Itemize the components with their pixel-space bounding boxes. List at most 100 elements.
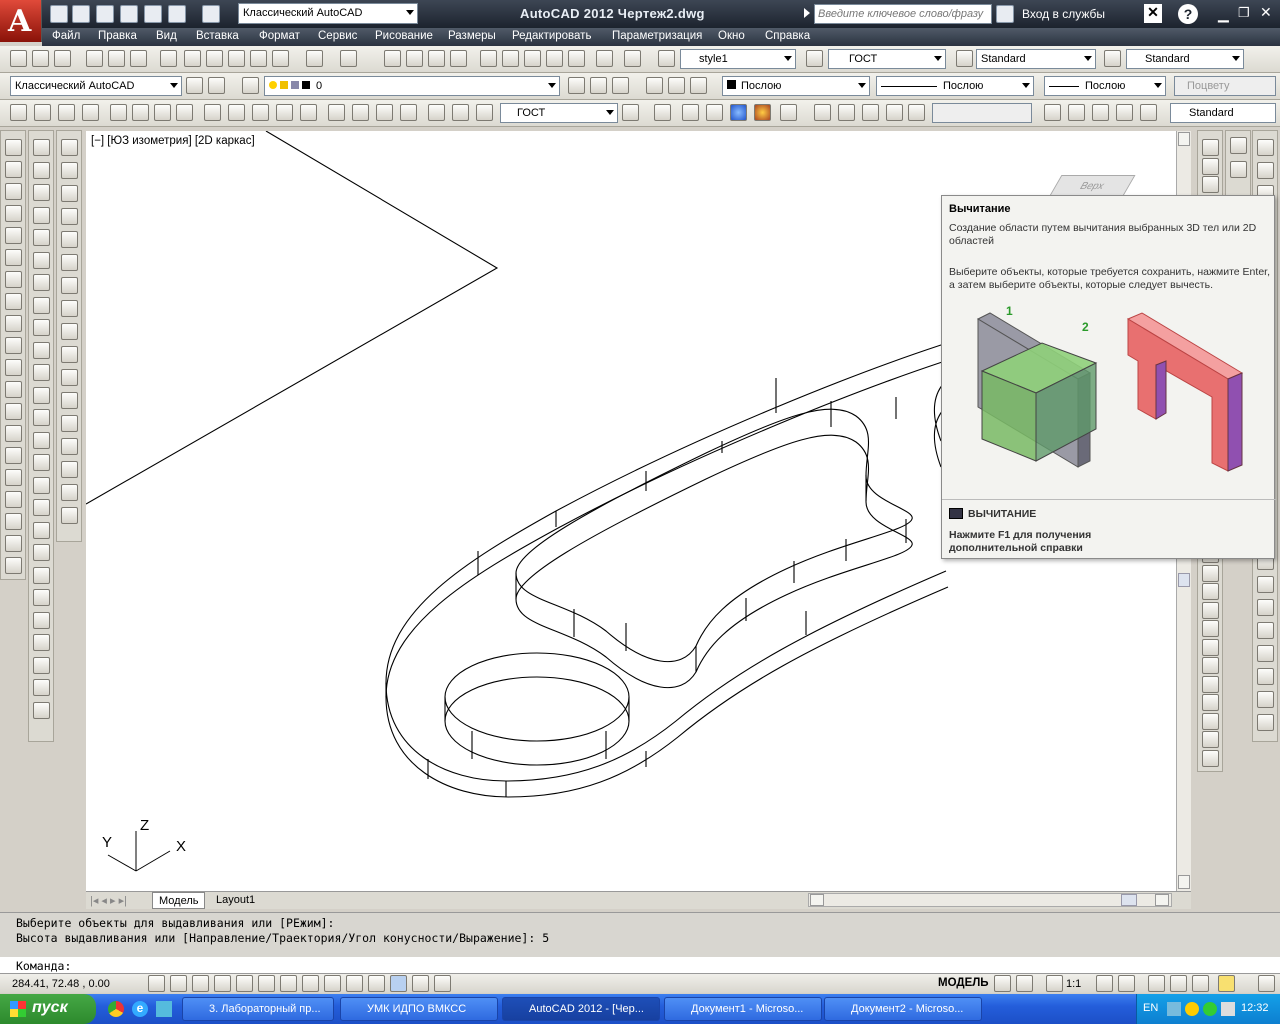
make-current-icon[interactable] bbox=[568, 77, 585, 94]
add-leader-icon[interactable] bbox=[1068, 104, 1085, 121]
aligned-dim-icon[interactable] bbox=[34, 104, 51, 121]
dimension-style-icon[interactable] bbox=[622, 104, 639, 121]
clean-icon[interactable] bbox=[1202, 712, 1219, 730]
annotation-visibility-icon[interactable] bbox=[1096, 975, 1113, 992]
annotation-scale-value[interactable]: 1:1 bbox=[1066, 978, 1081, 990]
visual-style-manager-icon[interactable] bbox=[780, 104, 797, 121]
conceptual-icon[interactable] bbox=[754, 104, 771, 121]
shell-icon[interactable] bbox=[1202, 675, 1219, 693]
dynamic-ucs-icon[interactable] bbox=[324, 975, 341, 992]
start-button[interactable]: пуск bbox=[0, 994, 96, 1024]
inspection-icon[interactable] bbox=[376, 104, 393, 121]
table-style-icon[interactable] bbox=[956, 50, 973, 67]
break-at-point-icon[interactable] bbox=[33, 386, 50, 404]
grid-display-icon[interactable] bbox=[192, 975, 209, 992]
text-edit-icon[interactable] bbox=[33, 656, 50, 674]
menu-help[interactable]: Справка bbox=[765, 30, 810, 42]
find-icon[interactable] bbox=[33, 589, 50, 606]
array-icon[interactable] bbox=[33, 229, 50, 246]
task-word-doc2[interactable]: Документ2 - Microso... bbox=[824, 997, 982, 1021]
lineweight-icon[interactable] bbox=[368, 975, 385, 992]
command-prompt[interactable]: Команда: bbox=[16, 959, 71, 973]
slice-icon[interactable] bbox=[1202, 601, 1219, 619]
viewport-poly-icon[interactable] bbox=[862, 104, 879, 121]
gradient-icon[interactable] bbox=[5, 469, 22, 486]
linear-dim-icon[interactable] bbox=[10, 104, 27, 121]
3d-print-icon[interactable] bbox=[160, 50, 177, 67]
intersection-icon[interactable] bbox=[61, 231, 78, 248]
publish-icon[interactable] bbox=[130, 50, 147, 67]
model-space-toggle[interactable]: МОДЕЛЬ bbox=[938, 977, 989, 989]
show-desktop-icon[interactable] bbox=[156, 1001, 172, 1017]
search-icon[interactable] bbox=[996, 5, 1014, 23]
2d-wireframe-icon[interactable] bbox=[682, 104, 699, 121]
object-snap-tracking-icon[interactable] bbox=[302, 975, 319, 992]
polysolid-icon[interactable] bbox=[1202, 139, 1219, 156]
menu-window[interactable]: Окно bbox=[718, 30, 745, 42]
apparent-intersection-icon[interactable] bbox=[61, 254, 78, 271]
selection-cycling-icon[interactable] bbox=[434, 975, 451, 992]
print-icon[interactable] bbox=[144, 5, 162, 23]
exchange-icon[interactable]: ✕ bbox=[1144, 4, 1162, 23]
layer-state-icon[interactable] bbox=[612, 77, 629, 94]
help-icon[interactable]: ? bbox=[1178, 4, 1198, 24]
jogged-linear-icon[interactable] bbox=[400, 104, 417, 121]
single-text-icon[interactable] bbox=[33, 566, 50, 584]
rectangle-icon[interactable] bbox=[5, 227, 22, 244]
node-icon[interactable] bbox=[61, 438, 78, 455]
explode-icon[interactable] bbox=[33, 521, 50, 539]
top-view-icon[interactable] bbox=[1257, 139, 1274, 156]
command-window[interactable]: Выберите объекты для выдавливания или [Р… bbox=[0, 912, 1280, 973]
new-icon[interactable] bbox=[50, 5, 68, 23]
menu-view[interactable]: Вид bbox=[156, 30, 177, 42]
flatshot-icon[interactable] bbox=[1202, 564, 1219, 582]
match-properties-icon[interactable] bbox=[250, 50, 267, 67]
layer-properties-icon[interactable] bbox=[242, 77, 259, 94]
fillet-icon[interactable] bbox=[33, 476, 50, 494]
ucs-x-icon[interactable] bbox=[1257, 622, 1274, 639]
spline-icon[interactable] bbox=[5, 315, 22, 332]
stretch-icon[interactable] bbox=[33, 319, 50, 336]
tab-nav-icon[interactable]: |◂ ◂ ▸ ▸| bbox=[90, 894, 127, 907]
service-login[interactable]: Вход в службы bbox=[1022, 7, 1105, 21]
task-lab-folder[interactable]: 3. Лабораторный пр... bbox=[182, 997, 334, 1021]
volume-icon[interactable] bbox=[1221, 1002, 1235, 1016]
transparency-toggle-icon[interactable] bbox=[390, 975, 407, 992]
annotation-scale-icon[interactable] bbox=[1046, 975, 1063, 992]
separate-icon[interactable] bbox=[1202, 657, 1219, 674]
minimize-icon[interactable]: ▁ bbox=[1218, 6, 1229, 23]
isolate-objects-icon[interactable] bbox=[1218, 975, 1235, 992]
toolbar-lock-icon[interactable] bbox=[1170, 975, 1187, 992]
quadrant-icon[interactable] bbox=[61, 323, 78, 340]
angular-dim-icon[interactable] bbox=[176, 104, 193, 121]
check-icon[interactable] bbox=[1202, 694, 1219, 711]
temp-track-icon[interactable] bbox=[61, 139, 78, 156]
tab-layout1[interactable]: Layout1 bbox=[210, 894, 261, 906]
help-icon[interactable] bbox=[624, 50, 641, 67]
hatch-icon[interactable] bbox=[5, 447, 22, 464]
center-mark-icon[interactable] bbox=[352, 104, 369, 121]
network-icon[interactable] bbox=[1167, 1002, 1181, 1016]
offset-icon[interactable] bbox=[33, 206, 50, 224]
dim-update-icon[interactable] bbox=[476, 104, 493, 121]
imprint-icon[interactable] bbox=[1202, 638, 1219, 656]
menu-edit[interactable]: Правка bbox=[98, 30, 137, 42]
dynamic-input-icon[interactable] bbox=[346, 975, 363, 992]
align-leader-icon[interactable] bbox=[1116, 104, 1133, 121]
text-style-combo[interactable]: style1 bbox=[680, 49, 796, 69]
ucs-y-icon[interactable] bbox=[1257, 645, 1274, 662]
viewport-object-icon[interactable] bbox=[886, 104, 903, 121]
plot-icon[interactable] bbox=[86, 50, 103, 67]
parallel-icon[interactable] bbox=[61, 392, 78, 409]
center-icon[interactable] bbox=[61, 300, 78, 317]
linetype-combo[interactable]: Послою bbox=[876, 76, 1034, 96]
arc-icon[interactable] bbox=[5, 249, 22, 266]
ucs-apply-icon[interactable] bbox=[1257, 691, 1274, 708]
redo-icon[interactable] bbox=[340, 50, 357, 67]
blend-icon[interactable] bbox=[33, 499, 50, 516]
infer-constraints-icon[interactable] bbox=[148, 975, 165, 992]
workspace-settings-icon[interactable] bbox=[186, 77, 203, 94]
ellipse-icon[interactable] bbox=[5, 337, 22, 354]
pan-icon[interactable] bbox=[384, 50, 401, 67]
object-properties-icon[interactable] bbox=[646, 77, 663, 94]
